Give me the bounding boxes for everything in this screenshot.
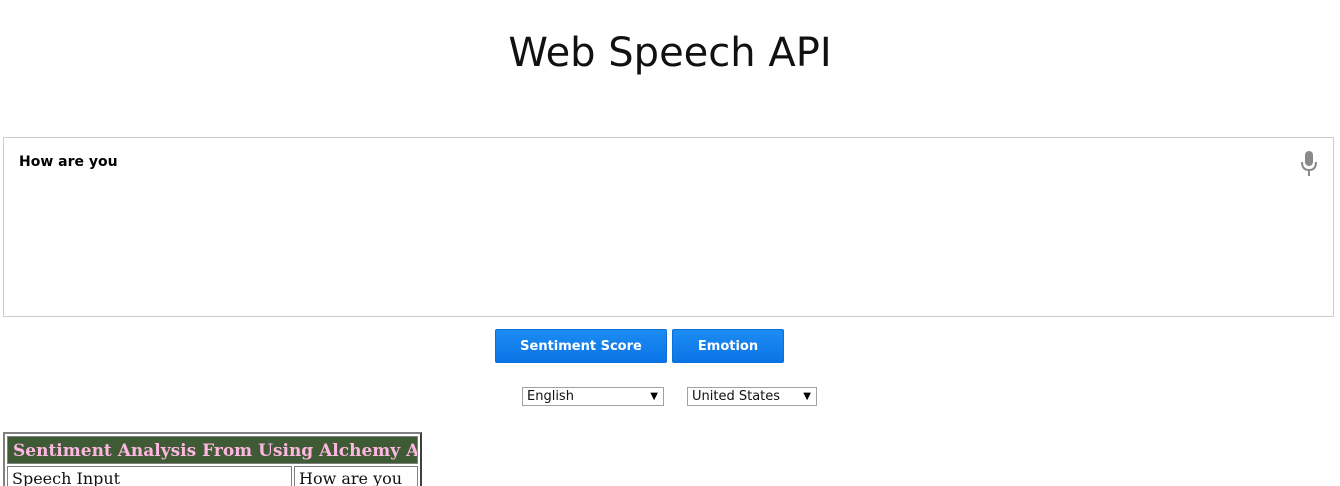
final-transcript-text: How are you: [19, 154, 118, 170]
page: Web Speech API How are you Sentiment Sco…: [0, 0, 1340, 486]
language-select[interactable]: English ▼: [522, 387, 664, 406]
dialect-select[interactable]: United States ▼: [687, 387, 817, 406]
dropdown-arrow-icon: ▼: [650, 391, 658, 402]
table-cell-label: Speech Input: [7, 466, 292, 486]
dialect-select-value: United States: [692, 389, 781, 404]
sentiment-analysis-table: Sentiment Analysis From Using Alchemy AP…: [3, 432, 422, 486]
table-header: Sentiment Analysis From Using Alchemy AP…: [7, 436, 418, 464]
sentiment-score-button[interactable]: Sentiment Score: [495, 329, 667, 363]
microphone-icon[interactable]: [1297, 150, 1321, 178]
dropdown-arrow-icon: ▼: [803, 391, 811, 402]
action-buttons: Sentiment Score Emotion: [495, 329, 784, 363]
table-row: Speech Input How are you: [7, 466, 418, 486]
page-title: Web Speech API: [508, 30, 832, 76]
emotion-button[interactable]: Emotion: [672, 329, 784, 363]
table-cell-value: How are you: [294, 466, 418, 486]
language-select-value: English: [527, 389, 574, 404]
speech-results-box[interactable]: How are you: [3, 137, 1334, 317]
